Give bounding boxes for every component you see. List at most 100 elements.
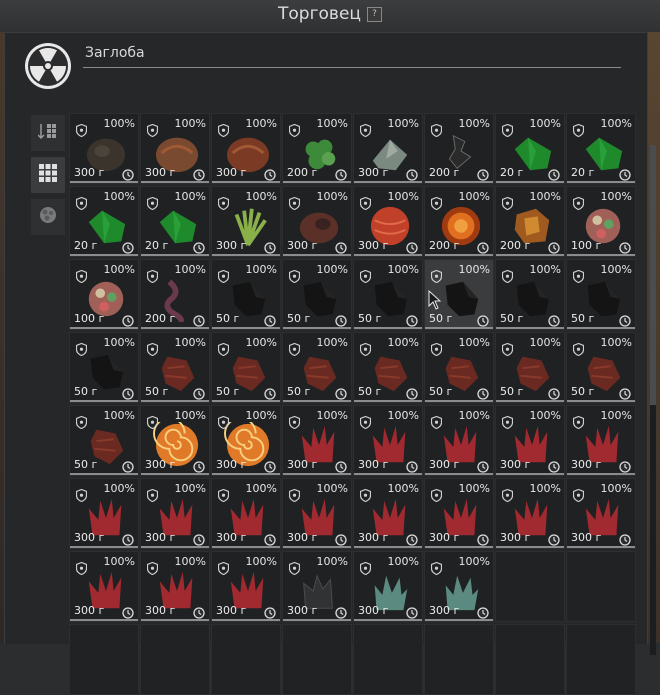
item-condition: 100% xyxy=(387,409,419,422)
scrollbar-thumb[interactable] xyxy=(650,145,656,405)
item-bar xyxy=(141,619,209,621)
item-slot[interactable]: 100% 50 г xyxy=(495,259,565,330)
item-slot[interactable]: 100% 300 г xyxy=(69,478,139,549)
item-slot[interactable]: 100% 20 г xyxy=(69,186,139,257)
item-slot[interactable]: 100% 300 г xyxy=(566,405,636,476)
item-slot[interactable]: 100% 200 г xyxy=(282,113,352,184)
shield-icon xyxy=(430,341,443,357)
item-slot[interactable]: 100% 300 г xyxy=(140,478,210,549)
item-slot[interactable]: 100% 200 г xyxy=(495,186,565,257)
item-slot[interactable]: 100% 50 г xyxy=(282,259,352,330)
item-slot[interactable]: 100% 50 г xyxy=(140,332,210,403)
item-condition: 100% xyxy=(103,263,135,276)
item-bar xyxy=(141,254,209,256)
item-slot[interactable]: 100% 300 г xyxy=(211,405,281,476)
item-slot[interactable]: 100% 300 г xyxy=(69,551,139,622)
item-slot[interactable]: 100% 300 г xyxy=(424,478,494,549)
item-slot[interactable]: 100% 300 г xyxy=(282,405,352,476)
item-price: 300 г xyxy=(358,239,389,252)
shield-icon xyxy=(501,122,514,138)
item-slot[interactable]: 100% 300 г xyxy=(424,405,494,476)
shield-icon xyxy=(572,341,585,357)
item-bar xyxy=(496,400,564,402)
item-slot[interactable]: 100% 300 г xyxy=(353,405,423,476)
item-slot[interactable]: 100% 300 г xyxy=(353,113,423,184)
item-slot[interactable]: 100% 100 г xyxy=(566,186,636,257)
scrollbar[interactable] xyxy=(650,145,656,655)
item-slot[interactable]: 100% 50 г xyxy=(566,332,636,403)
search-input[interactable]: Заглоба xyxy=(83,45,621,68)
item-slot[interactable]: 100% 300 г xyxy=(353,186,423,257)
item-condition: 100% xyxy=(458,409,490,422)
item-slot[interactable]: 100% 50 г xyxy=(282,332,352,403)
item-slot[interactable]: 100% 200 г xyxy=(140,259,210,330)
item-condition: 100% xyxy=(387,482,419,495)
item-slot[interactable]: 100% 300 г xyxy=(140,113,210,184)
item-slot[interactable]: 100% 300 г xyxy=(282,551,352,622)
item-slot[interactable]: 100% 20 г xyxy=(140,186,210,257)
item-slot[interactable]: 100% 50 г xyxy=(353,332,423,403)
item-condition: 100% xyxy=(600,117,632,130)
clock-icon xyxy=(335,166,347,181)
item-slot[interactable]: 100% 50 г xyxy=(69,405,139,476)
item-slot[interactable]: 100% 300 г xyxy=(282,478,352,549)
item-slot[interactable]: 100% 300 г xyxy=(211,478,281,549)
item-bar xyxy=(141,181,209,183)
help-button[interactable]: ? xyxy=(366,6,382,22)
artifact-filter-button[interactable] xyxy=(31,199,65,235)
item-slot[interactable]: 100% 50 г xyxy=(69,332,139,403)
item-slot[interactable]: 100% 300 г xyxy=(495,405,565,476)
item-slot[interactable]: 100% 50 г xyxy=(211,259,281,330)
empty-slot xyxy=(211,624,281,695)
clock-icon xyxy=(122,312,134,327)
item-slot[interactable]: 100% 20 г xyxy=(495,113,565,184)
item-condition: 100% xyxy=(174,555,206,568)
item-slot[interactable]: 100% 300 г xyxy=(211,113,281,184)
item-bar xyxy=(496,327,564,329)
item-condition: 100% xyxy=(316,190,348,203)
item-slot[interactable]: 100% 300 г xyxy=(353,478,423,549)
item-slot[interactable]: 100% 200 г xyxy=(424,113,494,184)
sort-button[interactable] xyxy=(31,115,65,151)
item-price: 300 г xyxy=(216,531,247,544)
trader-panel: Заглоба 100% 300 г 100% 300 г 100% 300 г 100% 2… xyxy=(4,32,656,695)
item-slot[interactable]: 100% 300 г xyxy=(140,405,210,476)
grid-view-button[interactable] xyxy=(31,157,65,193)
item-slot[interactable]: 100% 50 г xyxy=(495,332,565,403)
item-price: 300 г xyxy=(74,531,105,544)
item-slot[interactable]: 100% 50 г xyxy=(211,332,281,403)
item-bar xyxy=(212,181,280,183)
item-slot[interactable]: 100% 50 г xyxy=(353,259,423,330)
item-condition: 100% xyxy=(387,263,419,276)
item-slot[interactable]: 100% 300 г xyxy=(424,551,494,622)
item-grid: 100% 300 г 100% 300 г 100% 300 г 100% 200 г 100%… xyxy=(69,113,639,695)
item-condition: 100% xyxy=(245,336,277,349)
item-slot[interactable]: 100% 300 г xyxy=(211,186,281,257)
clock-icon xyxy=(122,239,134,254)
item-bar xyxy=(283,473,351,475)
shield-icon xyxy=(288,560,301,576)
clock-icon xyxy=(406,239,418,254)
item-slot[interactable]: 100% 300 г xyxy=(211,551,281,622)
clock-icon xyxy=(335,239,347,254)
item-price: 300 г xyxy=(287,531,318,544)
item-slot[interactable]: 100% 300 г xyxy=(140,551,210,622)
item-slot[interactable]: 100% 200 г xyxy=(424,186,494,257)
item-slot[interactable]: 100% 50 г xyxy=(424,332,494,403)
item-condition: 100% xyxy=(600,482,632,495)
item-bar xyxy=(212,473,280,475)
shield-icon xyxy=(75,122,88,138)
shield-icon xyxy=(75,560,88,576)
item-condition: 100% xyxy=(174,263,206,276)
item-slot[interactable]: 100% 50 г xyxy=(566,259,636,330)
item-price: 300 г xyxy=(429,458,460,471)
item-slot[interactable]: 100% 100 г xyxy=(69,259,139,330)
item-price: 300 г xyxy=(216,458,247,471)
item-slot[interactable]: 100% 20 г xyxy=(566,113,636,184)
item-slot[interactable]: 100% 300 г xyxy=(495,478,565,549)
item-slot[interactable]: 100% 300 г xyxy=(282,186,352,257)
item-condition: 100% xyxy=(174,190,206,203)
item-slot[interactable]: 100% 300 г xyxy=(353,551,423,622)
item-slot[interactable]: 100% 300 г xyxy=(69,113,139,184)
item-slot[interactable]: 100% 300 г xyxy=(566,478,636,549)
